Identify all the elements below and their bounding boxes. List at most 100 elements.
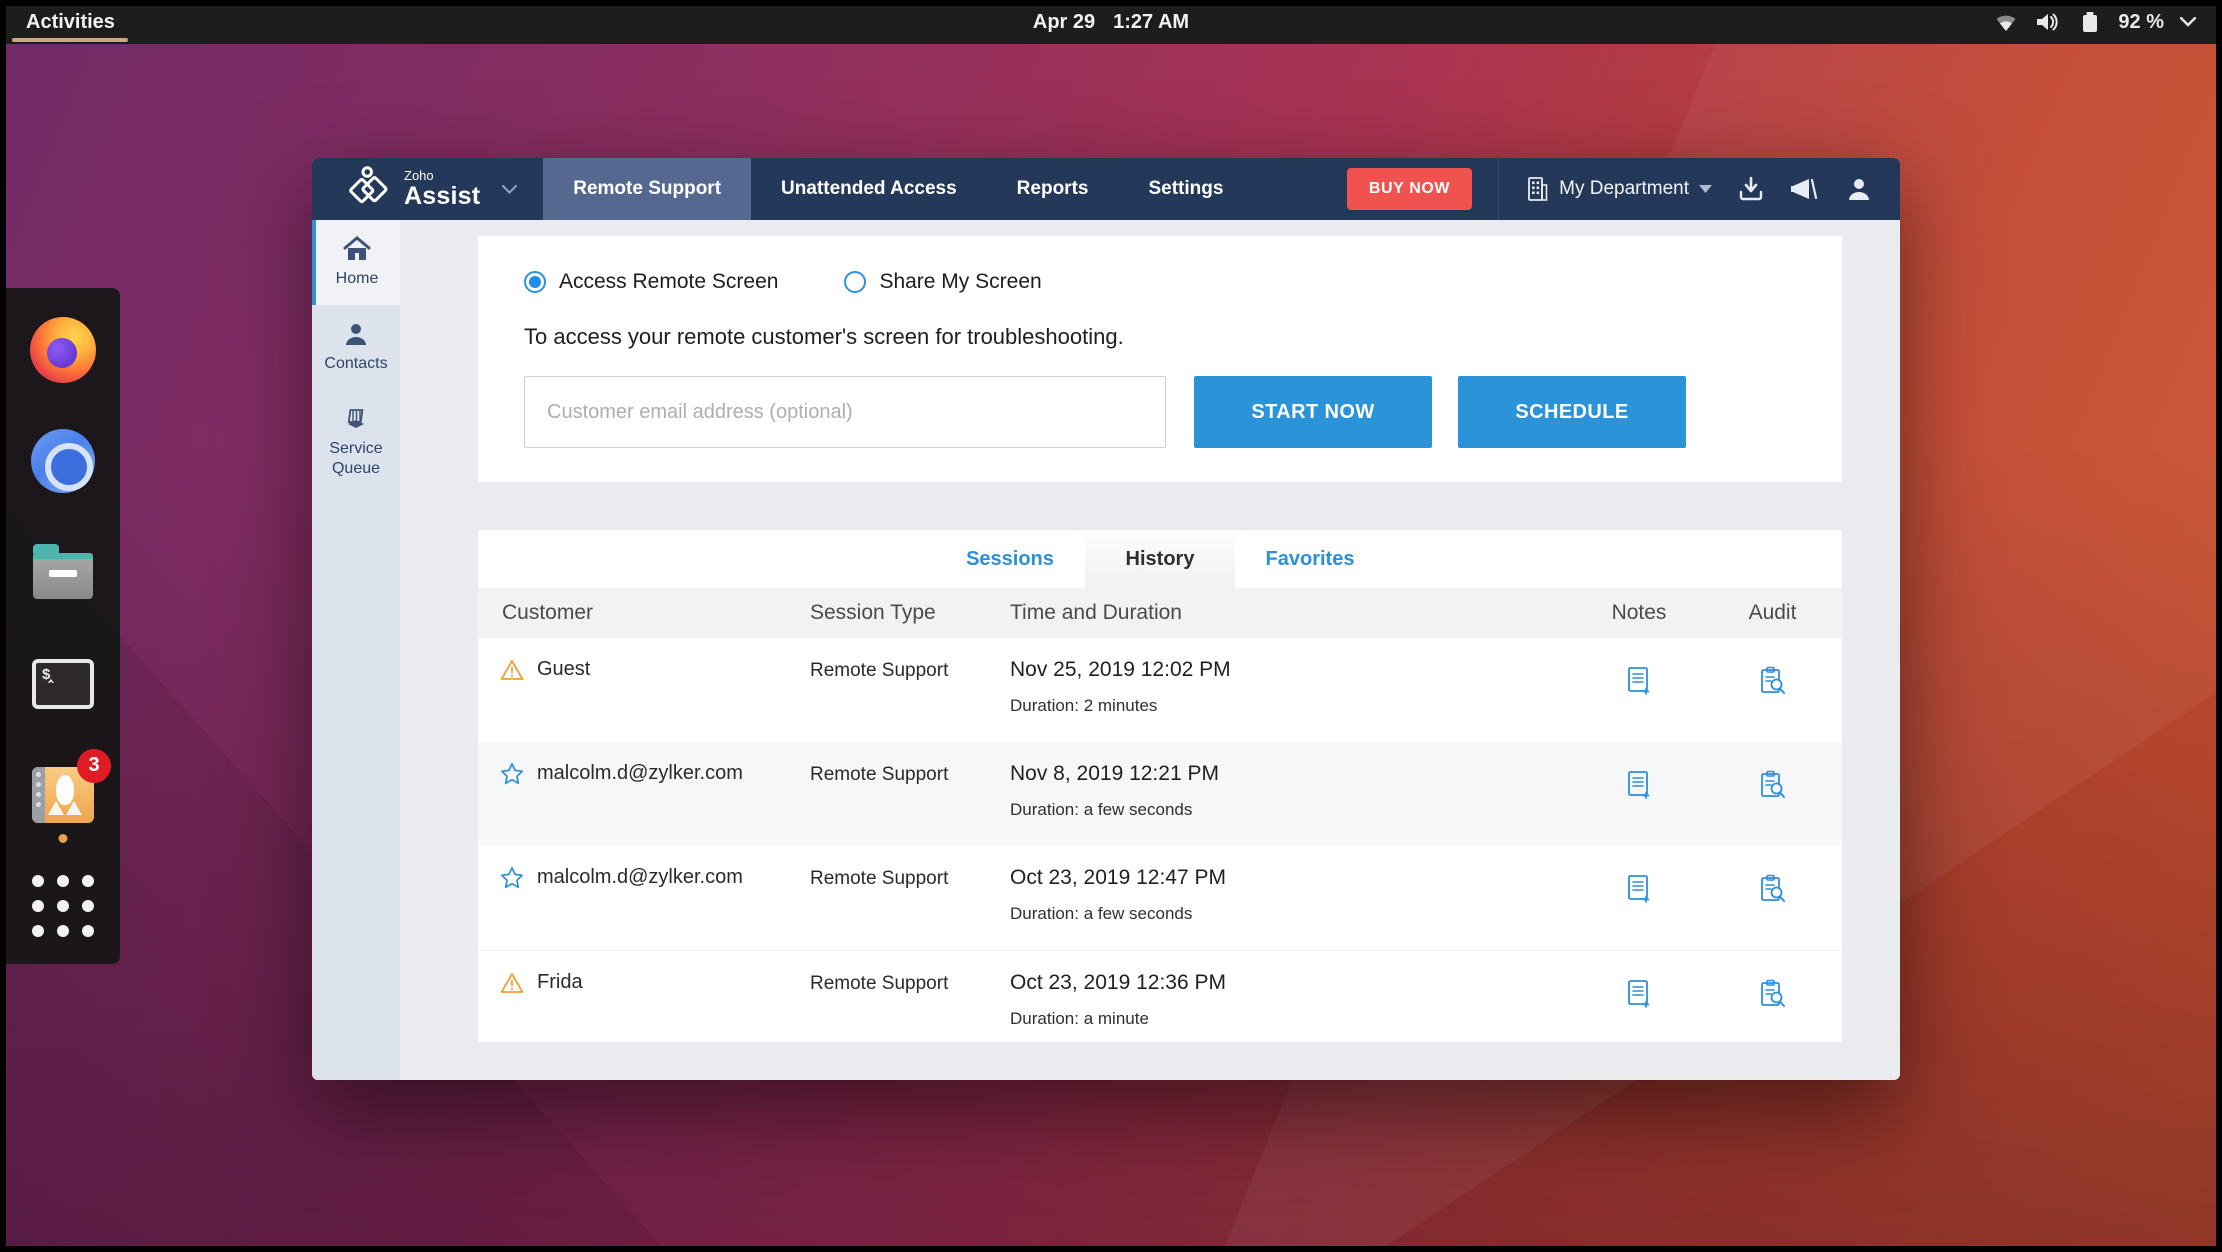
notes-button[interactable] <box>1575 762 1703 800</box>
customer-name: malcolm.d@zylker.com <box>537 866 743 888</box>
notes-button[interactable] <box>1575 866 1703 904</box>
session-duration: Duration: 2 minutes <box>1010 696 1158 715</box>
col-audit: Audit <box>1748 601 1797 624</box>
table-row: Guest Remote Support Nov 25, 2019 12:02 … <box>478 638 1842 742</box>
running-indicator <box>58 833 68 843</box>
sidebar-item-home[interactable]: Home <box>312 220 400 305</box>
contacts-icon <box>346 324 366 345</box>
tab-history[interactable]: History <box>1085 530 1235 588</box>
session-duration: Duration: a few seconds <box>1010 800 1193 819</box>
col-notes: Notes <box>1611 601 1667 624</box>
add-note-icon <box>1628 875 1650 903</box>
zoho-assist-logo[interactable]: Zoho Assist <box>312 158 502 220</box>
dock-app-grid[interactable] <box>27 870 99 942</box>
department-building-icon <box>1528 177 1548 201</box>
dock-software-updater[interactable]: 3 <box>27 748 111 843</box>
audit-search-icon <box>1760 874 1785 902</box>
start-now-button[interactable]: START NOW <box>1194 376 1432 448</box>
session-duration: Duration: a few seconds <box>1010 904 1193 923</box>
announcements-icon[interactable] <box>1790 176 1820 202</box>
schedule-button[interactable]: SCHEDULE <box>1458 376 1686 448</box>
dock-firefox[interactable] <box>27 314 99 386</box>
session-start-card: Access Remote Screen Share My Screen To … <box>478 236 1842 482</box>
zoho-logo-icon <box>349 166 388 204</box>
zoho-assist-window: Zoho Assist Remote Support Unattended Ac… <box>312 158 1900 1080</box>
session-form-row: START NOW SCHEDULE <box>524 376 1796 448</box>
history-tabbar: Sessions History Favorites <box>478 530 1842 588</box>
main-content: Access Remote Screen Share My Screen To … <box>400 220 1900 1080</box>
app-grid-icon <box>32 874 94 937</box>
chevron-down-icon <box>2180 17 2196 27</box>
system-status-menu[interactable]: 92 % <box>1994 11 2196 34</box>
table-row: malcolm.d@zylker.com Remote Support Nov … <box>478 742 1842 846</box>
tab-sessions[interactable]: Sessions <box>935 530 1085 588</box>
sidebar-item-contacts[interactable]: Contacts <box>312 305 400 390</box>
radio-unselected-icon <box>844 271 867 293</box>
table-row: malcolm.d@zylker.com Remote Support Oct … <box>478 846 1842 950</box>
session-description: To access your remote customer's screen … <box>524 324 1124 349</box>
desktop: Activities Apr 29 1:27 AM 92 % $‸ 3 Zoho… <box>0 0 2222 1252</box>
wifi-icon <box>1994 12 2018 32</box>
session-time: Nov 25, 2019 12:02 PM <box>1010 658 1231 681</box>
clock-time: 1:27 AM <box>1113 10 1190 33</box>
radio-label: Share My Screen <box>879 270 1042 293</box>
account-icon[interactable] <box>1846 176 1872 202</box>
audit-button[interactable] <box>1703 658 1842 696</box>
warning-icon <box>500 659 524 680</box>
radio-access-remote-screen[interactable]: Access Remote Screen <box>524 270 778 294</box>
department-selector[interactable]: My Department <box>1525 176 1712 202</box>
brand-assist: Assist <box>404 182 481 210</box>
audit-search-icon <box>1760 979 1785 1007</box>
warning-icon <box>500 972 524 993</box>
dock-files[interactable] <box>27 536 99 608</box>
radio-selected-icon <box>524 271 546 293</box>
session-time: Nov 8, 2019 12:21 PM <box>1010 762 1219 785</box>
activities-active-indicator <box>12 38 128 42</box>
audit-button[interactable] <box>1703 866 1842 904</box>
navbar-right: BUY NOW My Department <box>1346 158 1900 220</box>
sidebar-item-service-queue[interactable]: Service Queue <box>312 390 400 495</box>
star-icon <box>500 762 524 785</box>
sidebar-item-label: Home <box>335 270 379 287</box>
add-note-icon <box>1628 771 1650 799</box>
dock-chromium[interactable] <box>27 425 99 497</box>
brand-zoho: Zoho <box>404 168 434 183</box>
nav-tab-remote-support[interactable]: Remote Support <box>543 158 752 220</box>
radio-share-my-screen[interactable]: Share My Screen <box>844 270 1042 294</box>
volume-icon <box>2034 11 2060 33</box>
department-caret-icon <box>1699 185 1712 193</box>
nav-tab-unattended-access[interactable]: Unattended Access <box>751 158 987 220</box>
clock-menu[interactable]: Apr 29 1:27 AM <box>1033 11 1189 34</box>
firefox-icon <box>30 317 96 383</box>
clock-date: Apr 29 <box>1032 10 1096 33</box>
battery-percent: 92 % <box>2118 10 2164 33</box>
terminal-icon <box>32 658 94 709</box>
audit-button[interactable] <box>1703 762 1842 800</box>
dock: 3 <box>6 288 120 964</box>
activities-label: Activities <box>26 10 115 33</box>
brand-chevron-icon[interactable] <box>502 158 518 220</box>
notes-button[interactable] <box>1575 971 1703 1009</box>
battery-icon <box>2076 11 2102 33</box>
col-customer: Customer <box>502 601 594 624</box>
notes-button[interactable] <box>1575 658 1703 696</box>
session-type: Remote Support <box>810 660 949 681</box>
session-type: Remote Support <box>810 764 949 785</box>
buy-now-button[interactable]: BUY NOW <box>1346 168 1473 210</box>
session-type: Remote Support <box>810 973 949 994</box>
main-nav-tabs: Remote Support Unattended Access Reports… <box>543 158 1253 220</box>
col-session-type: Session Type <box>810 601 936 624</box>
session-time: Oct 23, 2019 12:36 PM <box>1010 971 1226 994</box>
activities-button[interactable]: Activities <box>0 0 141 44</box>
files-icon <box>33 544 93 600</box>
add-note-icon <box>1628 667 1650 695</box>
session-type: Remote Support <box>810 868 949 889</box>
download-icon[interactable] <box>1738 176 1764 202</box>
nav-tab-settings[interactable]: Settings <box>1118 158 1253 220</box>
nav-tab-reports[interactable]: Reports <box>987 158 1119 220</box>
customer-email-input[interactable] <box>524 376 1166 448</box>
tab-favorites[interactable]: Favorites <box>1235 530 1385 588</box>
dock-terminal[interactable] <box>27 648 99 720</box>
col-time-duration: Time and Duration <box>1010 601 1182 624</box>
audit-button[interactable] <box>1703 971 1842 1009</box>
